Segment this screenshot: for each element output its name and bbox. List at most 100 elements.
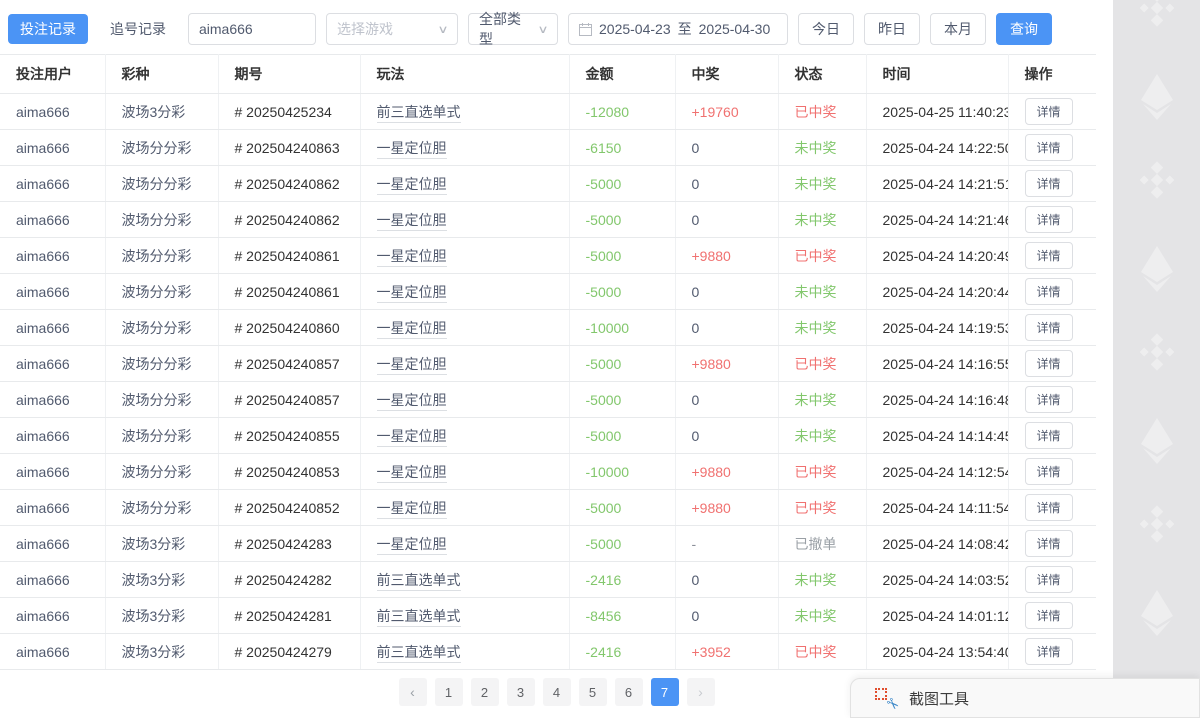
detail-button[interactable]: 详情 [1025,422,1073,449]
win-value: +3952 [692,644,731,660]
next-page-button[interactable]: › [687,678,715,706]
amount-value: -5000 [586,536,622,552]
cell-play: 前三直选单式 [360,94,569,130]
detail-button[interactable]: 详情 [1025,206,1073,233]
win-value: +9880 [692,356,731,372]
cell-lottery: 波场分分彩 [105,382,218,418]
page-button-2[interactable]: 2 [471,678,499,706]
status-badge: 已中奖 [795,248,837,264]
month-button[interactable]: 本月 [930,13,986,45]
table-row: aima666波场分分彩# 202504240861一星定位胆-50000未中奖… [0,274,1096,310]
cell-play: 一星定位胆 [360,490,569,526]
cell-status: 未中奖 [778,310,866,346]
detail-button[interactable]: 详情 [1025,530,1073,557]
cell-play: 一星定位胆 [360,238,569,274]
snip-tool-icon: ✂ [875,687,897,709]
cell-lottery: 波场分分彩 [105,418,218,454]
detail-button[interactable]: 详情 [1025,602,1073,629]
chevron-down-icon: ∨ [437,23,448,36]
date-end: 2025-04-30 [699,21,771,37]
date-range-picker[interactable]: 2025-04-23 至 2025-04-30 [568,13,788,45]
amount-value: -10000 [586,320,630,336]
cell-play: 前三直选单式 [360,562,569,598]
ethereum-icon [1140,246,1174,295]
ethereum-icon [1140,590,1174,639]
today-button[interactable]: 今日 [798,13,854,45]
detail-button[interactable]: 详情 [1025,350,1073,377]
cell-time: 2025-04-24 14:19:53 [866,310,1008,346]
cell-period: # 202504240861 [218,238,360,274]
detail-button[interactable]: 详情 [1025,494,1073,521]
cell-time: 2025-04-24 14:20:49 [866,238,1008,274]
tab-bet-records[interactable]: 投注记录 [8,14,88,44]
cell-amount: -5000 [569,166,675,202]
snip-tool-panel[interactable]: ✂ 截图工具 [850,678,1200,718]
status-badge: 未中奖 [795,572,837,588]
type-select[interactable]: 全部类型 ∨ [468,13,558,45]
cell-lottery: 波场分分彩 [105,202,218,238]
table-row: aima666波场分分彩# 202504240861一星定位胆-5000+988… [0,238,1096,274]
amount-value: -8456 [586,608,622,624]
prev-page-button[interactable]: ‹ [399,678,427,706]
table-row: aima666波场分分彩# 202504240855一星定位胆-50000未中奖… [0,418,1096,454]
detail-button[interactable]: 详情 [1025,386,1073,413]
detail-button[interactable]: 详情 [1025,458,1073,485]
win-value: 0 [692,320,700,336]
cell-lottery: 波场分分彩 [105,310,218,346]
play-name: 前三直选单式 [377,104,461,123]
page-button-1[interactable]: 1 [435,678,463,706]
page-button-5[interactable]: 5 [579,678,607,706]
cell-user: aima666 [0,382,105,418]
cell-amount: -10000 [569,310,675,346]
page-button-7[interactable]: 7 [651,678,679,706]
calendar-icon [579,23,592,36]
detail-button[interactable]: 详情 [1025,170,1073,197]
cell-win: 0 [675,562,778,598]
col-header-play: 玩法 [360,55,569,94]
status-badge: 未中奖 [795,176,837,192]
cell-period: # 20250424281 [218,598,360,634]
username-input[interactable] [199,21,305,37]
cell-lottery: 波场分分彩 [105,274,218,310]
table-row: aima666波场分分彩# 202504240860一星定位胆-100000未中… [0,310,1096,346]
detail-button[interactable]: 详情 [1025,98,1073,125]
page-button-3[interactable]: 3 [507,678,535,706]
status-badge: 已中奖 [795,644,837,660]
yesterday-button[interactable]: 昨日 [864,13,920,45]
status-badge: 未中奖 [795,428,837,444]
game-select[interactable]: 选择游戏 ∨ [326,13,458,45]
cell-time: 2025-04-24 14:01:12 [866,598,1008,634]
detail-button[interactable]: 详情 [1025,566,1073,593]
cell-lottery: 波场3分彩 [105,634,218,670]
amount-value: -5000 [586,500,622,516]
col-header-period: 期号 [218,55,360,94]
bet-records-table: 投注用户 彩种 期号 玩法 金额 中奖 状态 时间 操作 aima666波场3分… [0,54,1096,670]
page-button-6[interactable]: 6 [615,678,643,706]
cell-status: 未中奖 [778,382,866,418]
cell-period: # 202504240857 [218,382,360,418]
query-button[interactable]: 查询 [996,13,1052,45]
table-row: aima666波场3分彩# 20250425234前三直选单式-12080+19… [0,94,1096,130]
detail-button[interactable]: 详情 [1025,638,1073,665]
win-value: 0 [692,284,700,300]
cell-action: 详情 [1008,274,1096,310]
cell-user: aima666 [0,346,105,382]
cell-win: - [675,526,778,562]
binance-icon [1137,0,1177,31]
table-row: aima666波场分分彩# 202504240852一星定位胆-5000+988… [0,490,1096,526]
page-button-4[interactable]: 4 [543,678,571,706]
tab-chase-records[interactable]: 追号记录 [98,14,178,44]
col-header-time: 时间 [866,55,1008,94]
win-value: 0 [692,140,700,156]
cell-action: 详情 [1008,490,1096,526]
detail-button[interactable]: 详情 [1025,314,1073,341]
detail-button[interactable]: 详情 [1025,242,1073,269]
cell-win: +9880 [675,346,778,382]
cell-user: aima666 [0,562,105,598]
cell-time: 2025-04-24 14:16:48 [866,382,1008,418]
table-row: aima666波场分分彩# 202504240862一星定位胆-50000未中奖… [0,166,1096,202]
cell-status: 未中奖 [778,418,866,454]
cell-period: # 20250424279 [218,634,360,670]
detail-button[interactable]: 详情 [1025,134,1073,161]
detail-button[interactable]: 详情 [1025,278,1073,305]
